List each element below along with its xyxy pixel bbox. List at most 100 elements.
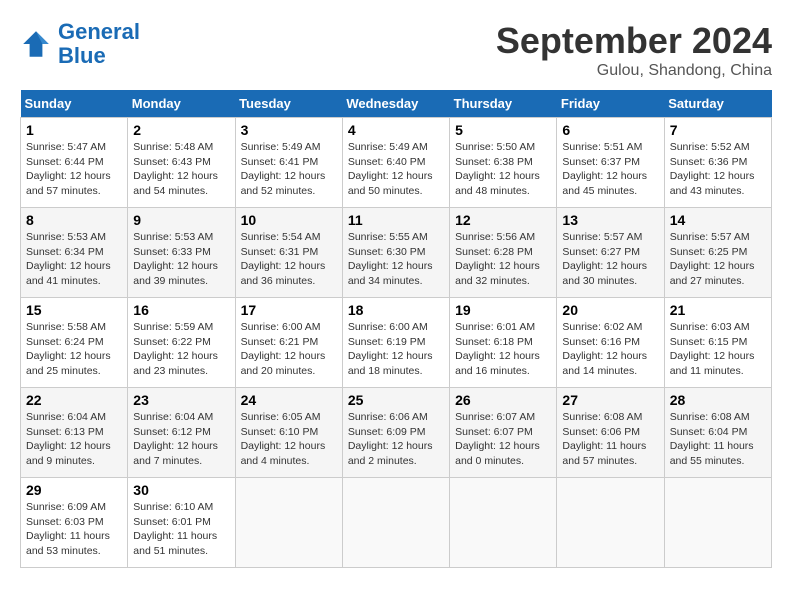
calendar-week-row: 8Sunrise: 5:53 AM Sunset: 6:34 PM Daylig… bbox=[21, 208, 772, 298]
day-number: 20 bbox=[562, 302, 658, 318]
weekday-header-cell: Tuesday bbox=[235, 90, 342, 118]
day-info: Sunrise: 5:59 AM Sunset: 6:22 PM Dayligh… bbox=[133, 320, 229, 379]
calendar-cell: 22 Sunrise: 6:04 AM Sunset: 6:13 PM Dayli… bbox=[21, 388, 128, 478]
day-number: 29 bbox=[26, 482, 122, 498]
calendar-cell bbox=[450, 478, 557, 568]
day-info: Sunrise: 6:08 AM Sunset: 6:04 PM Dayligh… bbox=[670, 410, 766, 469]
day-info: Sunrise: 6:02 AM Sunset: 6:16 PM Dayligh… bbox=[562, 320, 658, 379]
calendar-cell: 17 Sunrise: 6:00 AM Sunset: 6:21 PM Dayli… bbox=[235, 298, 342, 388]
weekday-header-cell: Monday bbox=[128, 90, 235, 118]
day-number: 11 bbox=[348, 212, 444, 228]
day-info: Sunrise: 5:52 AM Sunset: 6:36 PM Dayligh… bbox=[670, 140, 766, 199]
day-number: 16 bbox=[133, 302, 229, 318]
calendar-cell: 14 Sunrise: 5:57 AM Sunset: 6:25 PM Dayli… bbox=[664, 208, 771, 298]
calendar-cell: 10 Sunrise: 5:54 AM Sunset: 6:31 PM Dayli… bbox=[235, 208, 342, 298]
calendar-cell bbox=[557, 478, 664, 568]
day-info: Sunrise: 6:00 AM Sunset: 6:21 PM Dayligh… bbox=[241, 320, 337, 379]
calendar-cell: 12Sunrise: 5:56 AM Sunset: 6:28 PM Dayli… bbox=[450, 208, 557, 298]
day-number: 21 bbox=[670, 302, 766, 318]
day-info: Sunrise: 5:58 AM Sunset: 6:24 PM Dayligh… bbox=[26, 320, 122, 379]
calendar-cell: 16 Sunrise: 5:59 AM Sunset: 6:22 PM Dayli… bbox=[128, 298, 235, 388]
day-number: 19 bbox=[455, 302, 551, 318]
logo-icon bbox=[20, 28, 52, 60]
day-info: Sunrise: 5:49 AM Sunset: 6:40 PM Dayligh… bbox=[348, 140, 444, 199]
logo: General Blue bbox=[20, 20, 140, 68]
day-info: Sunrise: 6:00 AM Sunset: 6:19 PM Dayligh… bbox=[348, 320, 444, 379]
calendar-cell: 11 Sunrise: 5:55 AM Sunset: 6:30 PM Dayli… bbox=[342, 208, 449, 298]
calendar-week-row: 15 Sunrise: 5:58 AM Sunset: 6:24 PM Dayli… bbox=[21, 298, 772, 388]
weekday-header-cell: Wednesday bbox=[342, 90, 449, 118]
day-number: 30 bbox=[133, 482, 229, 498]
day-info: Sunrise: 6:04 AM Sunset: 6:13 PM Dayligh… bbox=[26, 410, 122, 469]
page-header: General Blue September 2024 Gulou, Shand… bbox=[20, 20, 772, 80]
calendar-cell: 1Sunrise: 5:47 AM Sunset: 6:44 PM Daylig… bbox=[21, 118, 128, 208]
day-info: Sunrise: 6:08 AM Sunset: 6:06 PM Dayligh… bbox=[562, 410, 658, 469]
day-number: 22 bbox=[26, 392, 122, 408]
weekday-header-row: SundayMondayTuesdayWednesdayThursdayFrid… bbox=[21, 90, 772, 118]
calendar-cell: 7 Sunrise: 5:52 AM Sunset: 6:36 PM Daylig… bbox=[664, 118, 771, 208]
calendar-cell bbox=[664, 478, 771, 568]
calendar-cell: 6Sunrise: 5:51 AM Sunset: 6:37 PM Daylig… bbox=[557, 118, 664, 208]
logo-text: General Blue bbox=[58, 20, 140, 68]
calendar-cell: 23Sunrise: 6:04 AM Sunset: 6:12 PM Dayli… bbox=[128, 388, 235, 478]
day-number: 9 bbox=[133, 212, 229, 228]
day-number: 10 bbox=[241, 212, 337, 228]
day-number: 18 bbox=[348, 302, 444, 318]
location-subtitle: Gulou, Shandong, China bbox=[496, 62, 772, 80]
day-info: Sunrise: 5:57 AM Sunset: 6:25 PM Dayligh… bbox=[670, 230, 766, 289]
calendar-cell bbox=[342, 478, 449, 568]
day-info: Sunrise: 6:07 AM Sunset: 6:07 PM Dayligh… bbox=[455, 410, 551, 469]
day-info: Sunrise: 6:10 AM Sunset: 6:01 PM Dayligh… bbox=[133, 500, 229, 559]
calendar-cell: 9Sunrise: 5:53 AM Sunset: 6:33 PM Daylig… bbox=[128, 208, 235, 298]
calendar-cell: 2Sunrise: 5:48 AM Sunset: 6:43 PM Daylig… bbox=[128, 118, 235, 208]
calendar-cell: 26 Sunrise: 6:07 AM Sunset: 6:07 PM Dayli… bbox=[450, 388, 557, 478]
day-number: 1 bbox=[26, 122, 122, 138]
weekday-header-cell: Thursday bbox=[450, 90, 557, 118]
day-info: Sunrise: 5:53 AM Sunset: 6:34 PM Dayligh… bbox=[26, 230, 122, 289]
calendar-cell: 29Sunrise: 6:09 AM Sunset: 6:03 PM Dayli… bbox=[21, 478, 128, 568]
weekday-header-cell: Saturday bbox=[664, 90, 771, 118]
day-info: Sunrise: 5:50 AM Sunset: 6:38 PM Dayligh… bbox=[455, 140, 551, 199]
day-number: 5 bbox=[455, 122, 551, 138]
weekday-header-cell: Friday bbox=[557, 90, 664, 118]
day-info: Sunrise: 5:55 AM Sunset: 6:30 PM Dayligh… bbox=[348, 230, 444, 289]
day-info: Sunrise: 5:51 AM Sunset: 6:37 PM Dayligh… bbox=[562, 140, 658, 199]
day-info: Sunrise: 6:04 AM Sunset: 6:12 PM Dayligh… bbox=[133, 410, 229, 469]
calendar-cell: 15 Sunrise: 5:58 AM Sunset: 6:24 PM Dayli… bbox=[21, 298, 128, 388]
day-info: Sunrise: 6:01 AM Sunset: 6:18 PM Dayligh… bbox=[455, 320, 551, 379]
day-number: 14 bbox=[670, 212, 766, 228]
calendar-cell bbox=[235, 478, 342, 568]
month-title: September 2024 bbox=[496, 20, 772, 62]
calendar-body: 1Sunrise: 5:47 AM Sunset: 6:44 PM Daylig… bbox=[21, 118, 772, 568]
day-number: 3 bbox=[241, 122, 337, 138]
day-info: Sunrise: 5:48 AM Sunset: 6:43 PM Dayligh… bbox=[133, 140, 229, 199]
calendar-week-row: 29Sunrise: 6:09 AM Sunset: 6:03 PM Dayli… bbox=[21, 478, 772, 568]
day-number: 27 bbox=[562, 392, 658, 408]
calendar-cell: 13Sunrise: 5:57 AM Sunset: 6:27 PM Dayli… bbox=[557, 208, 664, 298]
day-info: Sunrise: 6:05 AM Sunset: 6:10 PM Dayligh… bbox=[241, 410, 337, 469]
calendar-cell: 30 Sunrise: 6:10 AM Sunset: 6:01 PM Dayli… bbox=[128, 478, 235, 568]
calendar-cell: 4 Sunrise: 5:49 AM Sunset: 6:40 PM Daylig… bbox=[342, 118, 449, 208]
day-info: Sunrise: 5:56 AM Sunset: 6:28 PM Dayligh… bbox=[455, 230, 551, 289]
day-number: 24 bbox=[241, 392, 337, 408]
calendar-cell: 21 Sunrise: 6:03 AM Sunset: 6:15 PM Dayli… bbox=[664, 298, 771, 388]
calendar-cell: 27 Sunrise: 6:08 AM Sunset: 6:06 PM Dayli… bbox=[557, 388, 664, 478]
day-info: Sunrise: 6:03 AM Sunset: 6:15 PM Dayligh… bbox=[670, 320, 766, 379]
day-info: Sunrise: 5:54 AM Sunset: 6:31 PM Dayligh… bbox=[241, 230, 337, 289]
day-number: 28 bbox=[670, 392, 766, 408]
day-number: 17 bbox=[241, 302, 337, 318]
calendar-cell: 25Sunrise: 6:06 AM Sunset: 6:09 PM Dayli… bbox=[342, 388, 449, 478]
calendar-cell: 24 Sunrise: 6:05 AM Sunset: 6:10 PM Dayli… bbox=[235, 388, 342, 478]
calendar-cell: 19 Sunrise: 6:01 AM Sunset: 6:18 PM Dayli… bbox=[450, 298, 557, 388]
calendar-week-row: 1Sunrise: 5:47 AM Sunset: 6:44 PM Daylig… bbox=[21, 118, 772, 208]
calendar-cell: 20 Sunrise: 6:02 AM Sunset: 6:16 PM Dayli… bbox=[557, 298, 664, 388]
day-number: 4 bbox=[348, 122, 444, 138]
day-number: 25 bbox=[348, 392, 444, 408]
day-info: Sunrise: 5:49 AM Sunset: 6:41 PM Dayligh… bbox=[241, 140, 337, 199]
day-number: 26 bbox=[455, 392, 551, 408]
calendar-cell: 18 Sunrise: 6:00 AM Sunset: 6:19 PM Dayli… bbox=[342, 298, 449, 388]
weekday-header-cell: Sunday bbox=[21, 90, 128, 118]
day-number: 7 bbox=[670, 122, 766, 138]
day-number: 15 bbox=[26, 302, 122, 318]
calendar-cell: 5 Sunrise: 5:50 AM Sunset: 6:38 PM Daylig… bbox=[450, 118, 557, 208]
